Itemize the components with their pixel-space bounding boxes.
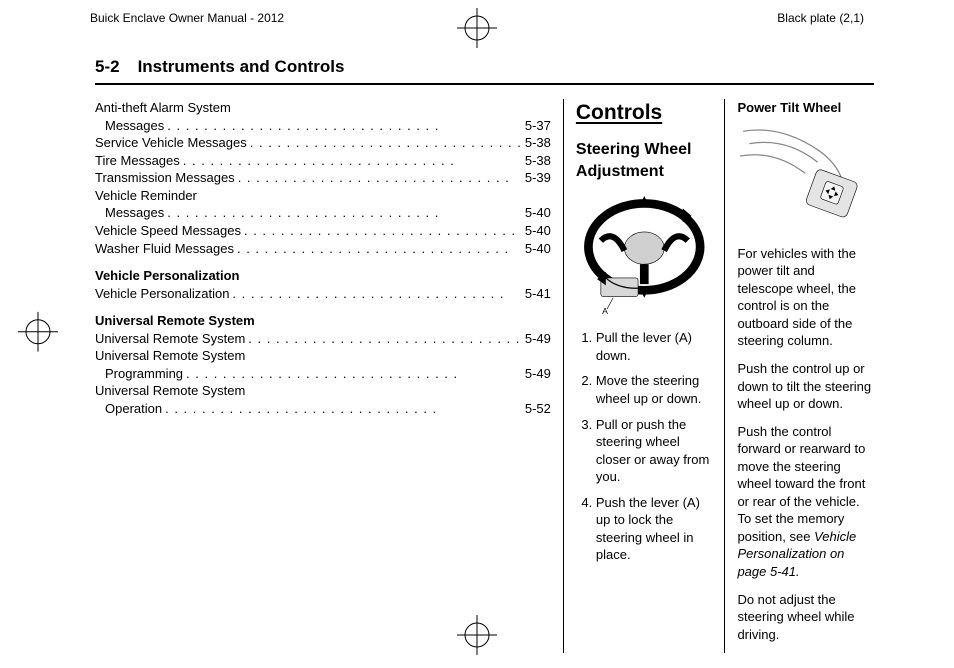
toc-page-ref: 5-39 <box>525 169 551 187</box>
toc-text: Operation <box>105 400 162 418</box>
power-tilt-para-3: Push the control forward or rearward to … <box>737 423 874 581</box>
toc-entry: Anti-theft Alarm System <box>95 99 551 117</box>
power-tilt-figure <box>737 125 874 235</box>
step-item: Push the lever (A) up to lock the steeri… <box>596 494 713 564</box>
toc-entry: Vehicle Reminder <box>95 187 551 205</box>
toc-leader-dots: . . . . . . . . . . . . . . . . . . . . … <box>164 117 525 135</box>
controls-column: Controls Steering Wheel Adjustment <box>564 99 726 653</box>
toc-leader-dots: . . . . . . . . . . . . . . . . . . . . … <box>180 152 525 170</box>
toc-page-ref: 5-38 <box>525 134 551 152</box>
toc-text: Vehicle Speed Messages <box>95 222 241 240</box>
page-title-row: 5-2 Instruments and Controls <box>95 56 874 85</box>
toc-text: Universal Remote System <box>95 330 245 348</box>
chapter-title: Instruments and Controls <box>138 56 345 79</box>
toc-leader-dots: . . . . . . . . . . . . . . . . . . . . … <box>164 204 525 222</box>
toc-leader-dots: . . . . . . . . . . . . . . . . . . . . … <box>245 330 525 348</box>
toc-leader-dots: . . . . . . . . . . . . . . . . . . . . … <box>247 134 525 152</box>
toc-entry: Universal Remote System . . . . . . . . … <box>95 330 551 348</box>
toc-text: Tire Messages <box>95 152 180 170</box>
toc-entry: Vehicle Personalization . . . . . . . . … <box>95 285 551 303</box>
toc-page-ref: 5-49 <box>525 365 551 383</box>
toc-text: Vehicle Reminder <box>95 187 197 205</box>
step-item: Pull or push the steering wheel closer o… <box>596 416 713 486</box>
toc-text: Messages <box>105 117 164 135</box>
toc-entry: Universal Remote System <box>95 382 551 400</box>
step-item: Pull the lever (A) down. <box>596 329 713 364</box>
toc-entry: Service Vehicle Messages . . . . . . . .… <box>95 134 551 152</box>
step-item: Move the steering wheel up or down. <box>596 372 713 407</box>
crop-mark-bottom <box>457 615 497 660</box>
plate-label: Black plate (2,1) <box>777 10 864 26</box>
toc-leader-dots: . . . . . . . . . . . . . . . . . . . . … <box>183 365 525 383</box>
toc-leader-dots: . . . . . . . . . . . . . . . . . . . . … <box>235 169 525 187</box>
toc-entry: Vehicle Speed Messages . . . . . . . . .… <box>95 222 551 240</box>
toc-text: Messages <box>105 204 164 222</box>
steering-wheel-figure: A <box>576 191 713 320</box>
crop-mark-top <box>457 8 497 48</box>
power-tilt-para-2: Push the control up or down to tilt the … <box>737 360 874 413</box>
toc-page-ref: 5-49 <box>525 330 551 348</box>
toc-entry: Tire Messages . . . . . . . . . . . . . … <box>95 152 551 170</box>
toc-entry: Washer Fluid Messages . . . . . . . . . … <box>95 240 551 258</box>
toc-leader-dots: . . . . . . . . . . . . . . . . . . . . … <box>229 285 524 303</box>
manual-title: Buick Enclave Owner Manual - 2012 <box>90 10 284 26</box>
toc-entry: Transmission Messages . . . . . . . . . … <box>95 169 551 187</box>
toc-column: Anti-theft Alarm SystemMessages . . . . … <box>95 99 564 653</box>
toc-entry: Programming . . . . . . . . . . . . . . … <box>95 365 551 383</box>
toc-text: Anti-theft Alarm System <box>95 99 231 117</box>
subsection-heading-steering: Steering Wheel Adjustment <box>576 139 713 182</box>
toc-text: Transmission Messages <box>95 169 235 187</box>
toc-text: Service Vehicle Messages <box>95 134 247 152</box>
toc-entry: Messages . . . . . . . . . . . . . . . .… <box>95 117 551 135</box>
toc-entry: Messages . . . . . . . . . . . . . . . .… <box>95 204 551 222</box>
toc-group-heading: Vehicle Personalization <box>95 267 551 285</box>
toc-text: Programming <box>105 365 183 383</box>
toc-page-ref: 5-52 <box>525 400 551 418</box>
toc-text: Vehicle Personalization <box>95 285 229 303</box>
toc-text: Washer Fluid Messages <box>95 240 234 258</box>
figure-label-a: A <box>602 306 608 315</box>
power-tilt-column: Power Tilt Wheel For vehicles <box>725 99 874 653</box>
toc-page-ref: 5-37 <box>525 117 551 135</box>
toc-leader-dots: . . . . . . . . . . . . . . . . . . . . … <box>234 240 525 258</box>
toc-text: Universal Remote System <box>95 382 245 400</box>
toc-page-ref: 5-41 <box>525 285 551 303</box>
power-tilt-para-4: Do not adjust the steering wheel while d… <box>737 591 874 644</box>
power-tilt-heading: Power Tilt Wheel <box>737 99 874 117</box>
page-number: 5-2 <box>95 56 120 79</box>
toc-page-ref: 5-40 <box>525 222 551 240</box>
toc-leader-dots: . . . . . . . . . . . . . . . . . . . . … <box>241 222 525 240</box>
toc-page-ref: 5-40 <box>525 240 551 258</box>
steps-list: Pull the lever (A) down. Move the steerin… <box>576 329 713 564</box>
toc-entry: Universal Remote System <box>95 347 551 365</box>
toc-entry: Operation . . . . . . . . . . . . . . . … <box>95 400 551 418</box>
toc-text: Universal Remote System <box>95 347 245 365</box>
toc-group-heading: Universal Remote System <box>95 312 551 330</box>
crop-mark-left <box>18 312 58 357</box>
toc-page-ref: 5-38 <box>525 152 551 170</box>
toc-page-ref: 5-40 <box>525 204 551 222</box>
section-heading-controls: Controls <box>576 99 713 127</box>
power-tilt-para-1: For vehicles with the power tilt and tel… <box>737 245 874 350</box>
toc-leader-dots: . . . . . . . . . . . . . . . . . . . . … <box>162 400 525 418</box>
